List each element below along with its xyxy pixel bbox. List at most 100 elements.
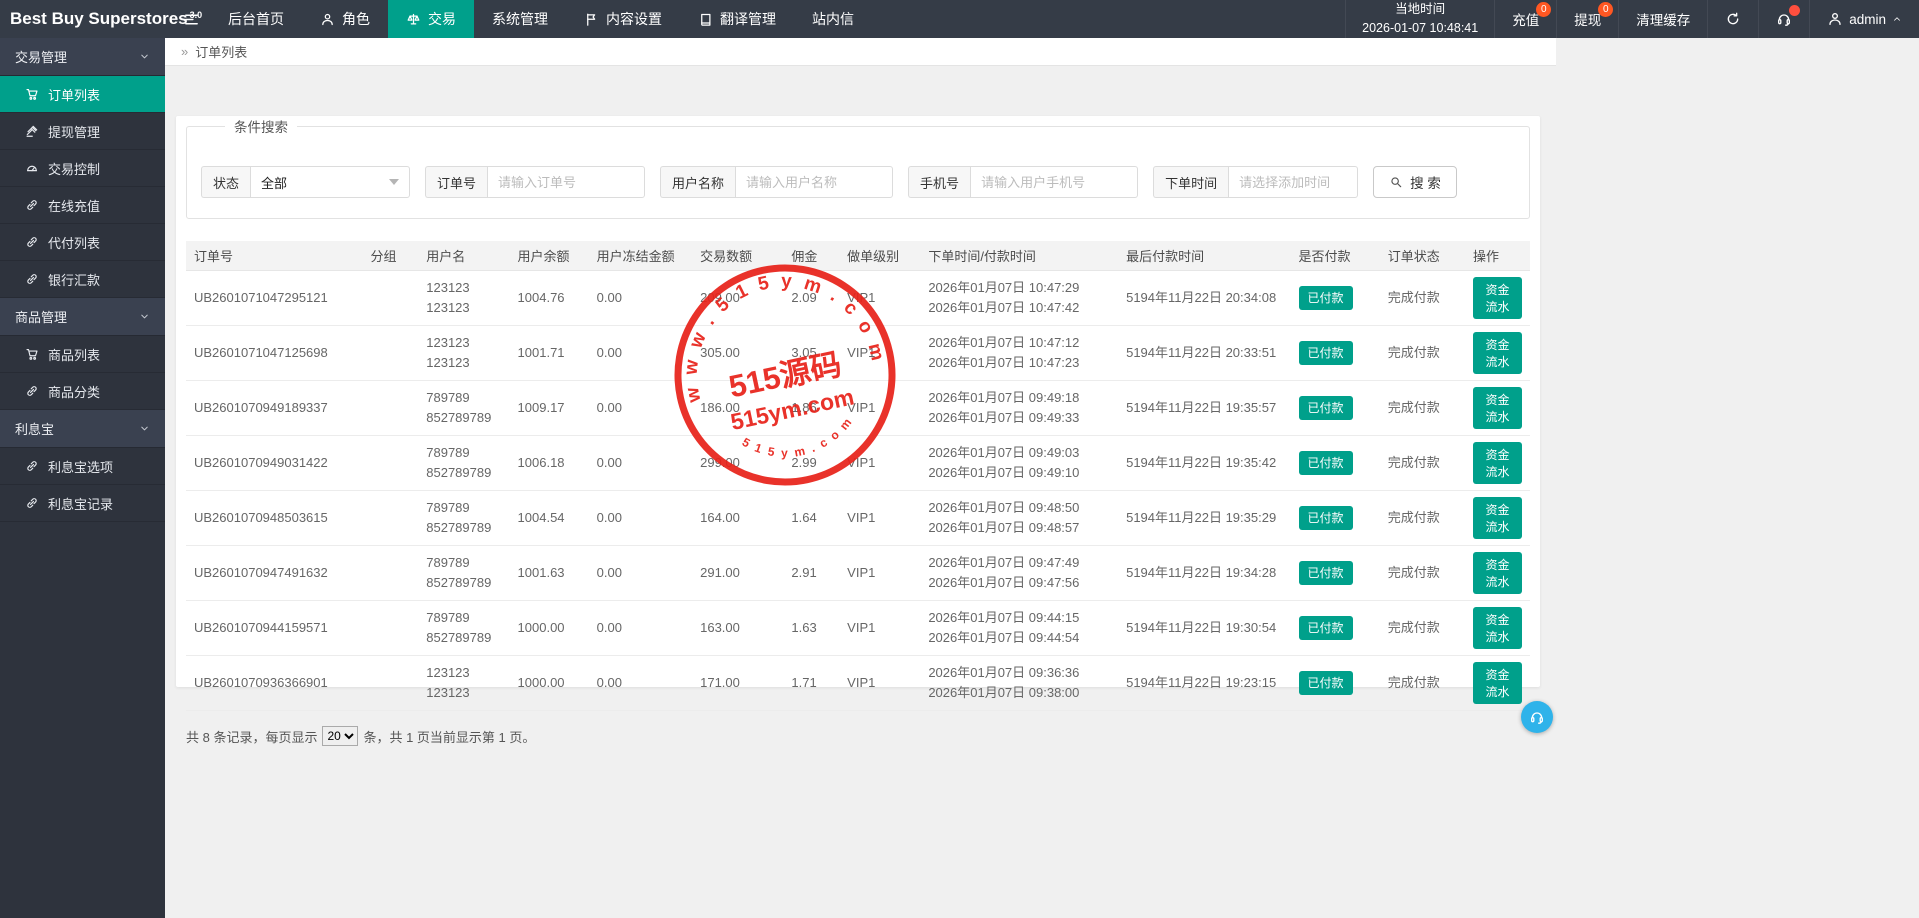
fund-flow-button[interactable]: 资金流水 <box>1472 387 1522 429</box>
top-nav-label: 交易 <box>428 11 456 27</box>
paid-badge: 已付款 <box>1298 505 1353 531</box>
top-nav-item-roles[interactable]: 角色 <box>302 0 388 38</box>
cell-last-pay-time: 5194年11月22日 19:23:15 <box>1118 655 1291 711</box>
sidebar-item-order-list[interactable]: 订单列表 <box>0 76 165 113</box>
sidebar-group-goods-manage[interactable]: 商品管理 <box>0 298 165 336</box>
cell-level: VIP1 <box>839 600 921 656</box>
top-nav-item-content[interactable]: 内容设置 <box>566 0 680 38</box>
cell-action: 资金流水 <box>1464 490 1530 546</box>
cell-amount: 209.00 <box>692 270 784 326</box>
cell-level: VIP1 <box>839 270 921 326</box>
cell-status: 完成付款 <box>1379 325 1465 381</box>
cell-status: 完成付款 <box>1379 380 1465 436</box>
cell-order-pay-time: 2026年01月07日 10:47:12 2026年01月07日 10:47:23 <box>920 325 1119 381</box>
table-row: UB2601071047295121 123123 123123 1004.76 0.0… <box>186 270 1530 326</box>
chat-button[interactable] <box>1521 701 1553 733</box>
filter-group-order-time: 下单时间 <box>1153 166 1359 198</box>
cell-user: 789789 852789789 <box>418 545 510 601</box>
sidebar-item-bank-remit[interactable]: 银行汇款 <box>0 261 165 298</box>
table-row: UB2601071047125698 123123 123123 1001.71 0.0… <box>186 325 1530 381</box>
support-button[interactable] <box>1758 0 1809 38</box>
sidebar-group-interest[interactable]: 利息宝 <box>0 410 165 448</box>
sidebar-item-label: 提现管理 <box>48 124 101 140</box>
sidebar-item-goods-category[interactable]: 商品分类 <box>0 373 165 410</box>
notification-dot <box>1789 5 1801 16</box>
cell-paid: 已付款 <box>1290 270 1380 326</box>
sidebar-item-withdraw-manage[interactable]: 提现管理 <box>0 113 165 150</box>
cell-paid: 已付款 <box>1290 435 1380 491</box>
sidebar-item-agent-pay-list[interactable]: 代付列表 <box>0 224 165 261</box>
recharge-badge: 0 <box>1536 2 1552 17</box>
sidebar-item-interest-options[interactable]: 利息宝选项 <box>0 448 165 485</box>
withdraw-label: 提现 <box>1574 13 1602 28</box>
gauge-icon <box>25 161 39 175</box>
cart-icon <box>25 347 39 361</box>
user-name-input[interactable] <box>735 166 894 198</box>
cell-frozen: 0.00 <box>588 325 693 381</box>
clear-cache-button[interactable]: 清理缓存 <box>1618 0 1707 38</box>
phone-input[interactable] <box>970 166 1139 198</box>
fund-flow-button[interactable]: 资金流水 <box>1472 662 1522 704</box>
sidebar-group-trade-manage[interactable]: 交易管理 <box>0 38 165 76</box>
fund-flow-button[interactable]: 资金流水 <box>1472 552 1522 594</box>
sidebar-item-label: 利息宝 <box>15 422 55 437</box>
column-header: 用户名 <box>418 241 510 271</box>
column-header: 下单时间/付款时间 <box>920 241 1119 271</box>
page-size-select[interactable]: 20 <box>322 726 359 746</box>
fund-flow-button[interactable]: 资金流水 <box>1472 607 1522 649</box>
recharge-label: 充值 <box>1512 13 1540 28</box>
gavel-icon <box>25 124 39 138</box>
cell-last-pay-time: 5194年11月22日 19:35:29 <box>1118 490 1291 546</box>
fund-flow-button[interactable]: 资金流水 <box>1472 442 1522 484</box>
sidebar-item-label: 利息宝选项 <box>48 459 114 475</box>
status-select[interactable]: 全部 <box>250 166 411 198</box>
sidebar-item-goods-list[interactable]: 商品列表 <box>0 336 165 373</box>
withdraw-button[interactable]: 提现 0 <box>1556 0 1618 38</box>
paid-badge: 已付款 <box>1298 670 1353 696</box>
column-header: 操作 <box>1464 241 1530 271</box>
cell-paid: 已付款 <box>1290 655 1380 711</box>
order-time-input[interactable] <box>1228 166 1359 198</box>
sidebar-item-label: 订单列表 <box>48 87 101 103</box>
top-header-bar: Best Buy Superstores 3.0 后台首页 角色 交易 系统管理 内容设… <box>0 0 1919 38</box>
sidebar-item-interest-records[interactable]: 利息宝记录 <box>0 485 165 522</box>
cell-group <box>362 600 419 656</box>
paid-badge: 已付款 <box>1298 395 1353 421</box>
refresh-button[interactable] <box>1707 0 1758 38</box>
status-select-value: 全部 <box>261 175 288 191</box>
cell-amount: 171.00 <box>692 655 784 711</box>
chevron-down-icon <box>139 311 150 322</box>
menu-toggle-button[interactable] <box>172 0 210 38</box>
sidebar-item-label: 商品管理 <box>15 310 68 325</box>
cell-last-pay-time: 5194年11月22日 20:33:51 <box>1118 325 1291 381</box>
top-nav-item-system[interactable]: 系统管理 <box>474 0 566 38</box>
top-nav-item-home[interactable]: 后台首页 <box>210 0 302 38</box>
fund-flow-button[interactable]: 资金流水 <box>1472 277 1522 319</box>
cell-user: 123123 123123 <box>418 655 510 711</box>
sidebar-item-online-recharge[interactable]: 在线充值 <box>0 187 165 224</box>
filter-label-order-no: 订单号 <box>425 166 488 198</box>
sidebar-item-trade-control[interactable]: 交易控制 <box>0 150 165 187</box>
recharge-button[interactable]: 充值 0 <box>1494 0 1556 38</box>
top-nav-item-translate[interactable]: 翻译管理 <box>680 0 794 38</box>
search-button[interactable]: 搜 索 <box>1373 166 1457 198</box>
local-time-block: 当地时间 2026-01-07 10:48:41 <box>1345 0 1494 38</box>
order-no-input[interactable] <box>487 166 646 198</box>
cell-group <box>362 380 419 436</box>
column-header: 做单级别 <box>839 241 921 271</box>
paid-badge: 已付款 <box>1298 450 1353 476</box>
cell-commission: 1.86 <box>783 380 840 436</box>
admin-menu[interactable]: admin <box>1809 0 1919 38</box>
cell-order-no: UB2601070944159571 <box>186 600 363 656</box>
filter-label-user-name: 用户名称 <box>660 166 736 198</box>
filter-status-label: 状态 <box>201 166 251 198</box>
fund-flow-button[interactable]: 资金流水 <box>1472 497 1522 539</box>
top-nav-item-messages[interactable]: 站内信 <box>794 0 872 38</box>
cell-commission: 2.91 <box>783 545 840 601</box>
top-nav-label: 翻译管理 <box>720 11 776 27</box>
link-icon <box>25 272 39 286</box>
top-nav-item-trade[interactable]: 交易 <box>388 0 474 38</box>
fund-flow-button[interactable]: 资金流水 <box>1472 332 1522 374</box>
cell-order-pay-time: 2026年01月07日 09:49:03 2026年01月07日 09:49:10 <box>920 435 1119 491</box>
column-header: 用户余额 <box>509 241 589 271</box>
